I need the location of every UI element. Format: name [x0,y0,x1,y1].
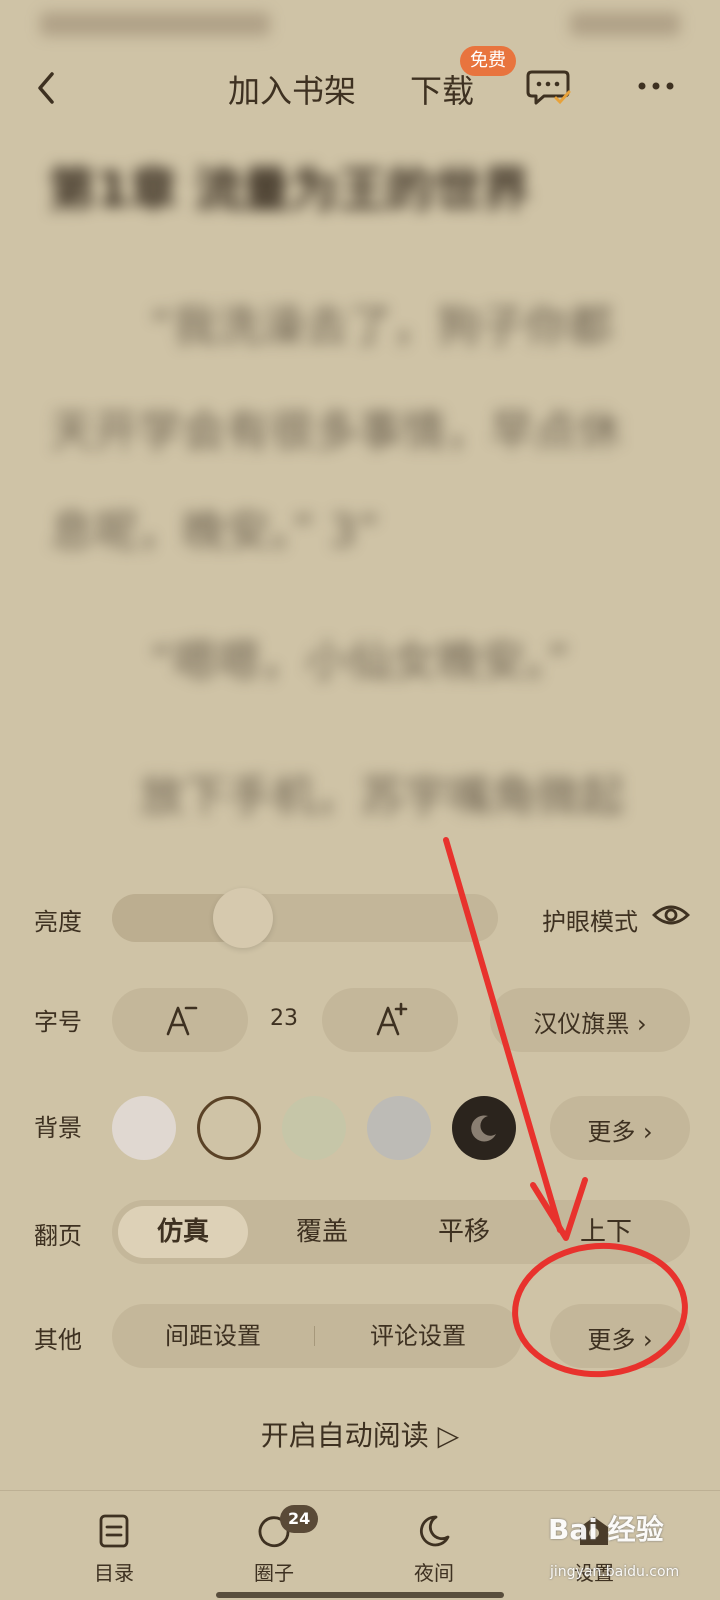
ellipsis-icon[interactable] [636,76,676,96]
chapter-title: 第1章 流量为王的世界 [48,162,531,218]
download-button[interactable]: 下载 [410,66,474,112]
nav-label-circle: 圈子 [254,1561,294,1585]
watermark-url: jingyan.baidu.com [550,1564,680,1580]
page-turn-option-simulate[interactable]: 仿真 [118,1206,248,1258]
background-label: 背景 [34,1114,82,1142]
toc-icon [99,1514,129,1548]
comment-check-icon[interactable] [526,66,572,108]
paragraph-line: “我洗澡去了，狗子你都 [150,301,613,352]
font-face-button[interactable]: 汉仪旗黑 › [490,988,690,1052]
watermark: Bai 经验 [548,1513,664,1546]
nav-item-circle[interactable]: 24 圈子 [214,1491,334,1600]
font-increase-icon [376,1002,408,1036]
background-more-label: 更多 › [587,1118,653,1146]
background-swatch-light-gray[interactable] [112,1096,176,1160]
font-size-label: 字号 [34,1008,82,1036]
moon-icon [471,1115,496,1142]
font-increase-button[interactable] [322,988,458,1052]
nav-item-toc[interactable]: 目录 [54,1491,174,1600]
comment-settings-button[interactable]: 评论设置 [314,1304,522,1368]
page-turn-options: 仿真 覆盖 平移 上下 [112,1200,690,1264]
paragraph-line: 放下手机，苏宇嘴角微起 [140,771,624,822]
font-face-label: 汉仪旗黑 › [533,1010,647,1038]
other-label: 其他 [34,1326,82,1354]
background-swatch-night[interactable] [452,1096,516,1160]
page-turn-label: 翻页 [34,1222,82,1250]
free-badge: 免费 [460,46,516,76]
status-left-blurred [40,12,270,36]
page-turn-option-slide[interactable]: 平移 [396,1200,532,1264]
font-size-value: 23 [270,1006,298,1031]
add-to-shelf-button[interactable]: 加入书架 [228,66,356,112]
other-options: 间距设置 评论设置 [112,1304,522,1368]
background-swatch-green[interactable] [282,1096,346,1160]
brightness-slider[interactable] [112,888,498,948]
eye-mode-label[interactable]: 护眼模式 [542,902,638,937]
auto-read-button[interactable]: 开启自动阅读 ▷ [0,1414,720,1454]
status-right-blurred [570,12,680,36]
status-bar [40,12,680,36]
nav-label-night: 夜间 [414,1561,454,1585]
font-decrease-icon [166,1006,198,1036]
paragraph-line: 息呢，晚安。” 3” [50,506,380,557]
other-more-label: 更多 › [587,1326,653,1354]
nav-item-night[interactable]: 夜间 [374,1491,494,1600]
page-turn-option-cover[interactable]: 覆盖 [254,1200,390,1264]
spacing-settings-button[interactable]: 间距设置 [112,1304,314,1368]
reader-top-bar: 加入书架 下载 免费 [0,46,720,130]
brightness-slider-thumb[interactable] [213,888,273,948]
reading-content: 第1章 流量为王的世界 “我洗澡去了，狗子你都 天开学会有很多事情，早点休 息呢… [0,0,720,880]
nav-badge-circle: 24 [280,1505,319,1533]
paragraph-line: 天开学会有很多事情，早点休 [50,406,622,457]
eye-icon[interactable] [652,900,690,930]
nav-label-toc: 目录 [94,1561,134,1585]
paragraph-line: “嗯嗯，小仙女晚安。” [150,636,570,687]
chevron-left-icon[interactable] [28,68,68,108]
other-more-button[interactable]: 更多 › [550,1304,690,1368]
background-swatch-blue-gray[interactable] [367,1096,431,1160]
background-more-button[interactable]: 更多 › [550,1096,690,1160]
home-indicator [216,1592,504,1598]
moon-icon [420,1515,450,1547]
page-turn-option-vertical[interactable]: 上下 [538,1200,674,1264]
reader-settings-panel: 亮度 护眼模式 字号 23 汉仪旗黑 › 背景 更多 › 翻页 仿真 覆盖 平移… [0,860,720,1480]
background-swatch-parchment[interactable] [197,1096,261,1160]
brightness-label: 亮度 [34,908,82,936]
font-decrease-button[interactable] [112,988,248,1052]
